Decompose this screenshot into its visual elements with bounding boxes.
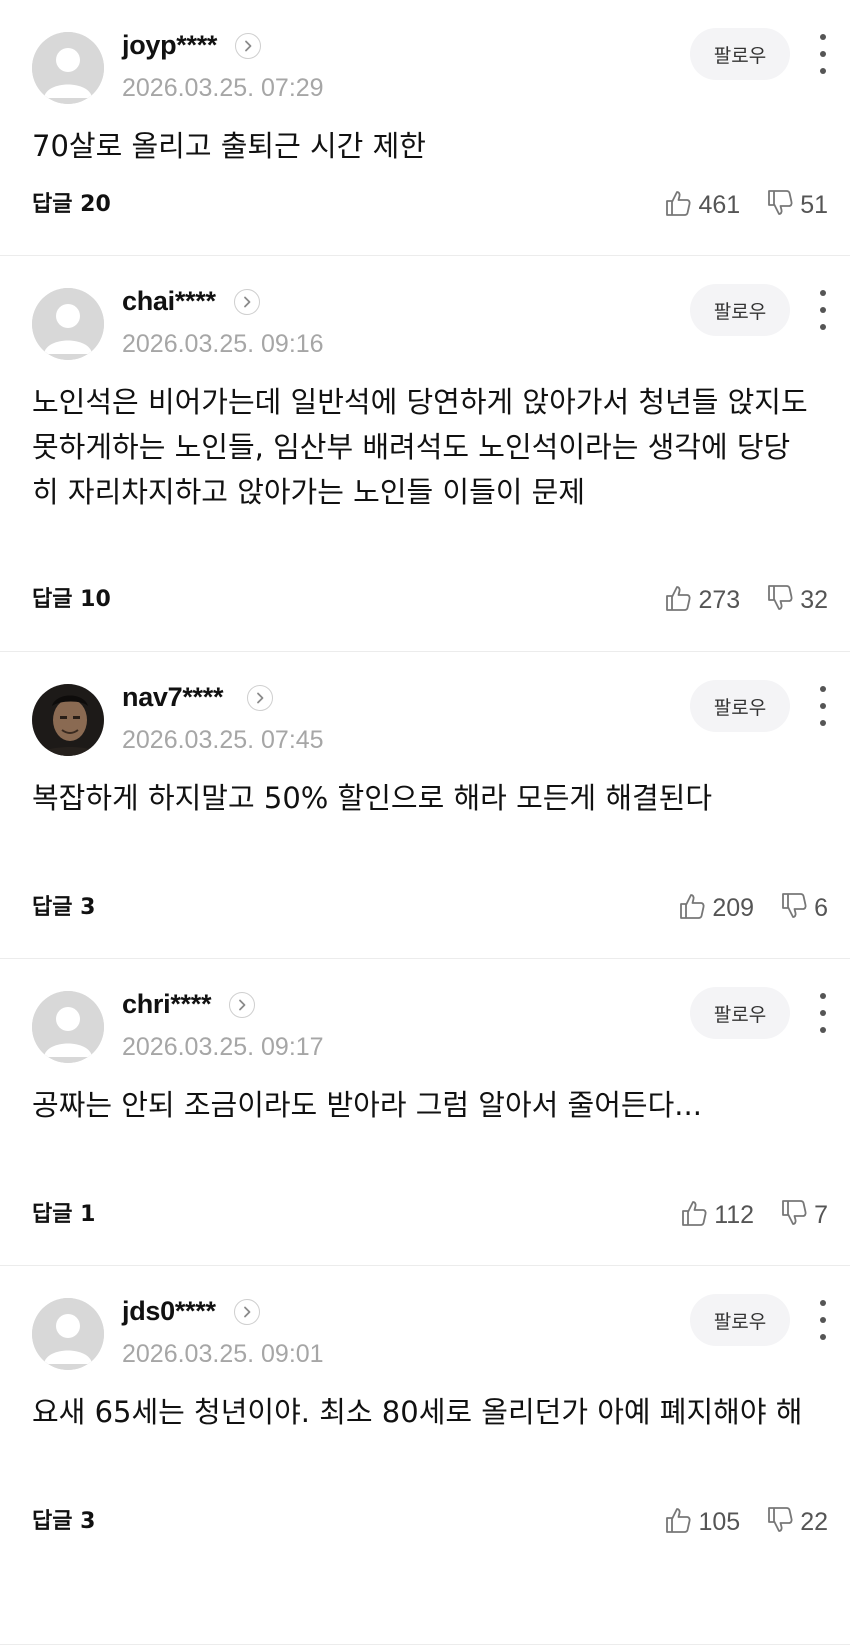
author-row: chri**** <box>122 989 256 1020</box>
reply-button[interactable]: 답글 1 <box>32 1195 95 1235</box>
comment-text: 공짜는 안되 조금이라도 받아라 그럼 알아서 줄어든다... <box>32 1088 702 1122</box>
thumbs-up-icon <box>680 1199 708 1231</box>
chevron-right-icon[interactable] <box>233 1298 260 1325</box>
comment-date: 2026.03.25. 07:29 <box>122 74 324 102</box>
dislike-button[interactable]: 7 <box>780 1199 828 1231</box>
avatar[interactable] <box>32 32 104 104</box>
more-options-icon[interactable] <box>818 34 828 74</box>
thumbs-down-icon <box>780 1199 808 1231</box>
thumbs-up-icon <box>664 1506 692 1538</box>
comment-item: jds0**** 2026.03.25. 09:01 팔로우 요새 65세는 청… <box>0 1266 850 1645</box>
comment-item: chai**** 2026.03.25. 09:16 팔로우 노인석은 비어가는… <box>0 256 850 652</box>
more-options-icon[interactable] <box>818 1300 828 1340</box>
comment-date: 2026.03.25. 09:16 <box>122 330 324 358</box>
more-options-icon[interactable] <box>818 290 828 330</box>
avatar[interactable] <box>32 684 104 756</box>
like-count: 209 <box>712 893 755 922</box>
avatar[interactable] <box>32 1298 104 1370</box>
comment-text: 요새 65세는 청년이야. 최소 80세로 올리던가 아예 폐지해야 해 <box>32 1395 803 1429</box>
comment-footer: 답글 3 105 22 <box>0 1502 850 1542</box>
reply-button[interactable]: 답글 3 <box>32 888 95 928</box>
dislike-count: 32 <box>800 585 828 614</box>
dislike-button[interactable]: 6 <box>780 892 828 924</box>
follow-button[interactable]: 팔로우 <box>690 28 790 80</box>
dislike-count: 22 <box>800 1507 828 1536</box>
chevron-right-icon[interactable] <box>247 684 274 711</box>
dislike-button[interactable]: 51 <box>766 189 828 221</box>
comment-text: 70살로 올리고 출퇴근 시간 제한 <box>32 129 426 163</box>
chevron-right-icon[interactable] <box>235 32 262 59</box>
like-count: 105 <box>698 1507 741 1536</box>
avatar[interactable] <box>32 288 104 360</box>
follow-button[interactable]: 팔로우 <box>690 987 790 1039</box>
comment-footer: 답글 10 273 32 <box>0 580 850 620</box>
like-button[interactable]: 461 <box>664 189 740 221</box>
author-row: nav7**** <box>122 682 274 713</box>
thumbs-down-icon <box>780 892 808 924</box>
like-button[interactable]: 105 <box>664 1506 740 1538</box>
comment-text: 복잡하게 하지말고 50% 할인으로 해라 모든게 해결된다 <box>32 781 713 815</box>
like-count: 112 <box>714 1200 755 1229</box>
like-count: 461 <box>698 190 741 219</box>
author-name[interactable]: chai**** <box>122 286 216 317</box>
dislike-button[interactable]: 32 <box>766 584 828 616</box>
author-name[interactable]: joyp**** <box>122 30 217 61</box>
like-button[interactable]: 209 <box>678 892 754 924</box>
more-options-icon[interactable] <box>818 993 828 1033</box>
comment-date: 2026.03.25. 09:17 <box>122 1033 324 1061</box>
follow-button[interactable]: 팔로우 <box>690 284 790 336</box>
comment-date: 2026.03.25. 09:01 <box>122 1340 324 1368</box>
comment-list: joyp**** 2026.03.25. 07:29 팔로우 70살로 올리고 … <box>0 0 850 1645</box>
comment-footer: 답글 3 209 6 <box>0 888 850 928</box>
comment-item: chri**** 2026.03.25. 09:17 팔로우 공짜는 안되 조금… <box>0 959 850 1266</box>
vote-group: 105 22 <box>664 1502 828 1542</box>
thumbs-down-icon <box>766 584 794 616</box>
dislike-count: 51 <box>800 190 828 219</box>
comment-item: nav7**** 2026.03.25. 07:45 팔로우 복잡하게 하지말고… <box>0 652 850 959</box>
thumbs-up-icon <box>664 584 692 616</box>
dislike-count: 7 <box>814 1200 828 1229</box>
chevron-right-icon[interactable] <box>229 991 256 1018</box>
author-row: jds0**** <box>122 1296 260 1327</box>
vote-group: 112 7 <box>680 1195 828 1235</box>
author-name[interactable]: nav7**** <box>122 682 223 713</box>
chevron-right-icon[interactable] <box>233 288 260 315</box>
more-options-icon[interactable] <box>818 686 828 726</box>
vote-group: 209 6 <box>678 888 828 928</box>
comment-text: 노인석은 비어가는데 일반석에 당연하게 앉아가서 청년들 앉지도 못하게하는 … <box>32 385 808 509</box>
follow-button[interactable]: 팔로우 <box>690 1294 790 1346</box>
like-count: 273 <box>698 585 741 614</box>
reply-button[interactable]: 답글 10 <box>32 580 111 620</box>
comment-footer: 답글 1 112 7 <box>0 1195 850 1235</box>
reply-button[interactable]: 답글 3 <box>32 1502 95 1542</box>
comment-footer: 답글 20 461 51 <box>0 185 850 225</box>
dislike-button[interactable]: 22 <box>766 1506 828 1538</box>
avatar[interactable] <box>32 991 104 1063</box>
author-row: joyp**** <box>122 30 262 61</box>
thumbs-down-icon <box>766 1506 794 1538</box>
like-button[interactable]: 273 <box>664 584 740 616</box>
like-button[interactable]: 112 <box>680 1199 754 1231</box>
author-name[interactable]: jds0**** <box>122 1296 216 1327</box>
vote-group: 461 51 <box>664 185 828 225</box>
thumbs-up-icon <box>678 892 706 924</box>
comment-date: 2026.03.25. 07:45 <box>122 726 324 754</box>
comment-item: joyp**** 2026.03.25. 07:29 팔로우 70살로 올리고 … <box>0 0 850 256</box>
dislike-count: 6 <box>814 893 828 922</box>
reply-button[interactable]: 답글 20 <box>32 185 111 225</box>
author-row: chai**** <box>122 286 260 317</box>
thumbs-down-icon <box>766 189 794 221</box>
author-name[interactable]: chri**** <box>122 989 211 1020</box>
follow-button[interactable]: 팔로우 <box>690 680 790 732</box>
vote-group: 273 32 <box>664 580 828 620</box>
thumbs-up-icon <box>664 189 692 221</box>
